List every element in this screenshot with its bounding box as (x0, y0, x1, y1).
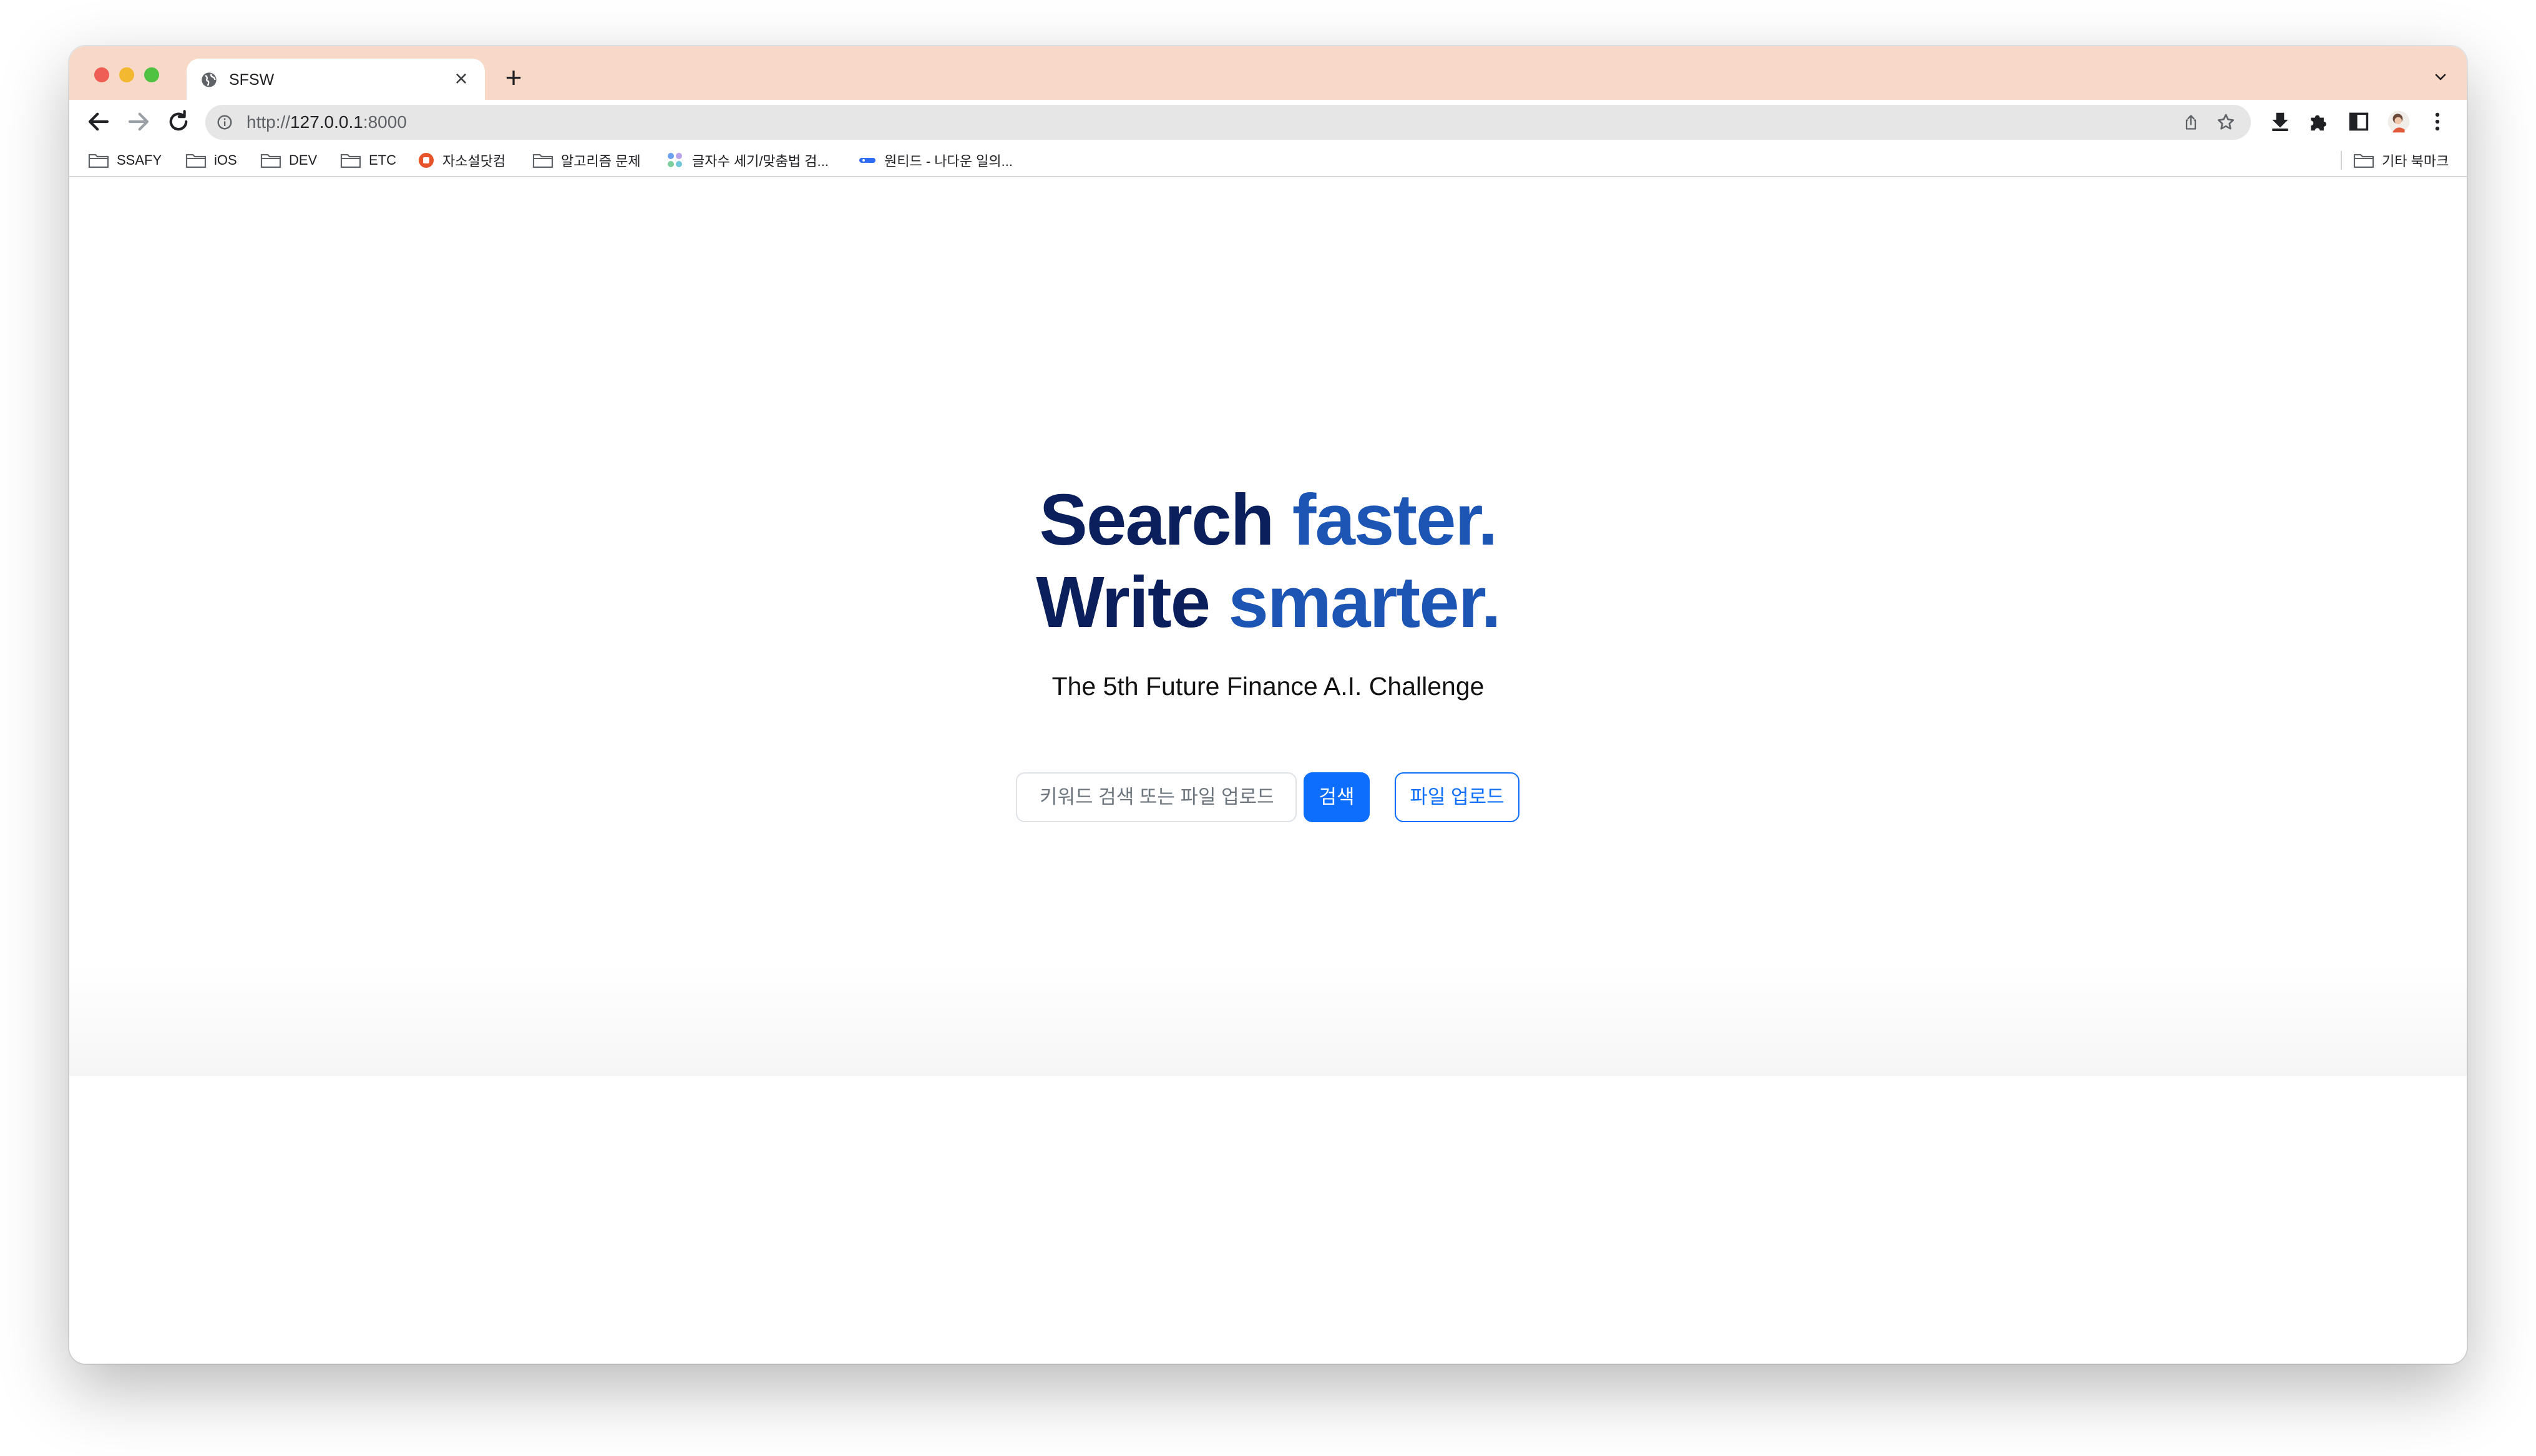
bookmark-star-icon[interactable] (2216, 112, 2236, 132)
folder-icon (185, 153, 207, 168)
headline-line-2: Write smarter. (69, 561, 2467, 643)
side-panel-icon[interactable] (2347, 110, 2371, 133)
bookmark-algorithm[interactable]: 알고리즘 문제 (532, 150, 641, 171)
bookmark-jasoseol[interactable]: 자소설닷컴 (417, 150, 505, 171)
browser-window: SFSW × + http://127.0.0.1:8000 SSAFY iOS… (69, 46, 2467, 1364)
globe-icon (202, 72, 217, 87)
maximize-window-button[interactable] (144, 67, 159, 82)
page-subtitle: The 5th Future Finance A.I. Challenge (1051, 672, 1485, 701)
bookmark-etc[interactable]: ETC (340, 150, 396, 171)
address-bar[interactable]: http://127.0.0.1:8000 (205, 105, 2251, 140)
bookmark-label: 자소설닷컴 (442, 153, 506, 169)
tab-strip: SFSW × + (69, 46, 2467, 100)
forward-arrow-icon[interactable] (125, 109, 152, 135)
folder-icon (532, 153, 554, 168)
file-upload-button[interactable]: 파일 업로드 (1395, 772, 1519, 822)
bookmark-label: 알고리즘 문제 (561, 153, 641, 169)
bookmarks-separator (2341, 151, 2342, 170)
spellcheck-favicon-icon (668, 153, 682, 167)
bookmarks-bar: SSAFY iOS DEV ETC 자소설닷컴 알고리즘 문제 글자수 세기/맞… (69, 143, 2467, 177)
new-tab-button[interactable]: + (500, 63, 527, 92)
bookmark-dev[interactable]: DEV (260, 150, 317, 171)
bookmark-label: 원티드 - 나다운 일의... (884, 153, 1013, 169)
profile-avatar-icon[interactable] (2387, 110, 2411, 133)
bookmark-label: DEV (289, 152, 318, 168)
headline-write-word: Write (1036, 561, 1211, 643)
more-menu-icon[interactable] (2426, 110, 2449, 133)
extensions-puzzle-icon[interactable] (2307, 110, 2331, 133)
search-button[interactable]: 검색 (1304, 772, 1370, 822)
url-port: :8000 (363, 112, 407, 132)
headline-search-word: Search (1039, 479, 1275, 560)
back-arrow-icon[interactable] (85, 109, 112, 135)
browser-toolbar: http://127.0.0.1:8000 (69, 100, 2467, 143)
wanted-favicon-icon (859, 158, 875, 163)
hero-background-fade (69, 964, 2467, 1076)
browser-tab-active[interactable]: SFSW × (187, 59, 485, 100)
info-icon[interactable] (217, 114, 233, 130)
other-bookmarks-label: 기타 북마크 (2382, 153, 2449, 169)
reload-icon[interactable] (165, 109, 192, 135)
folder-icon (340, 153, 361, 168)
url-scheme: http:// (246, 112, 291, 132)
folder-icon (2353, 153, 2374, 168)
page-content: Search faster. Write smarter. The 5th Fu… (69, 178, 2467, 1364)
tab-title: SFSW (229, 71, 275, 89)
bookmark-ios[interactable]: iOS (185, 150, 237, 171)
download-extension-icon[interactable] (2268, 110, 2292, 133)
close-window-button[interactable] (94, 67, 109, 82)
bookmark-spellcheck[interactable]: 글자수 세기/맞춤법 검... (666, 150, 829, 171)
bookmark-label: 글자수 세기/맞춤법 검... (692, 153, 829, 169)
folder-icon (88, 153, 109, 168)
address-url: http://127.0.0.1:8000 (246, 112, 407, 132)
headline-faster-word: faster. (1292, 479, 1498, 560)
folder-icon (260, 153, 281, 168)
headline-line-1: Search faster. (69, 478, 2467, 561)
minimize-window-button[interactable] (119, 67, 134, 82)
bookmark-ssafy[interactable]: SSAFY (88, 150, 162, 171)
bookmark-label: iOS (214, 152, 237, 168)
chevron-down-icon[interactable] (2433, 70, 2448, 85)
jasoseol-favicon-icon (419, 153, 434, 168)
bookmark-wanted[interactable]: 원티드 - 나다운 일의... (858, 150, 1013, 171)
other-bookmarks[interactable]: 기타 북마크 (2353, 150, 2449, 171)
share-icon[interactable] (2182, 114, 2200, 131)
headline-smarter-word: smarter. (1228, 561, 1501, 643)
close-tab-icon[interactable]: × (450, 67, 472, 90)
bookmark-label: SSAFY (117, 152, 162, 168)
keyword-search-input[interactable] (1016, 772, 1297, 822)
url-host: 127.0.0.1 (290, 112, 363, 132)
bookmark-label: ETC (369, 152, 396, 168)
